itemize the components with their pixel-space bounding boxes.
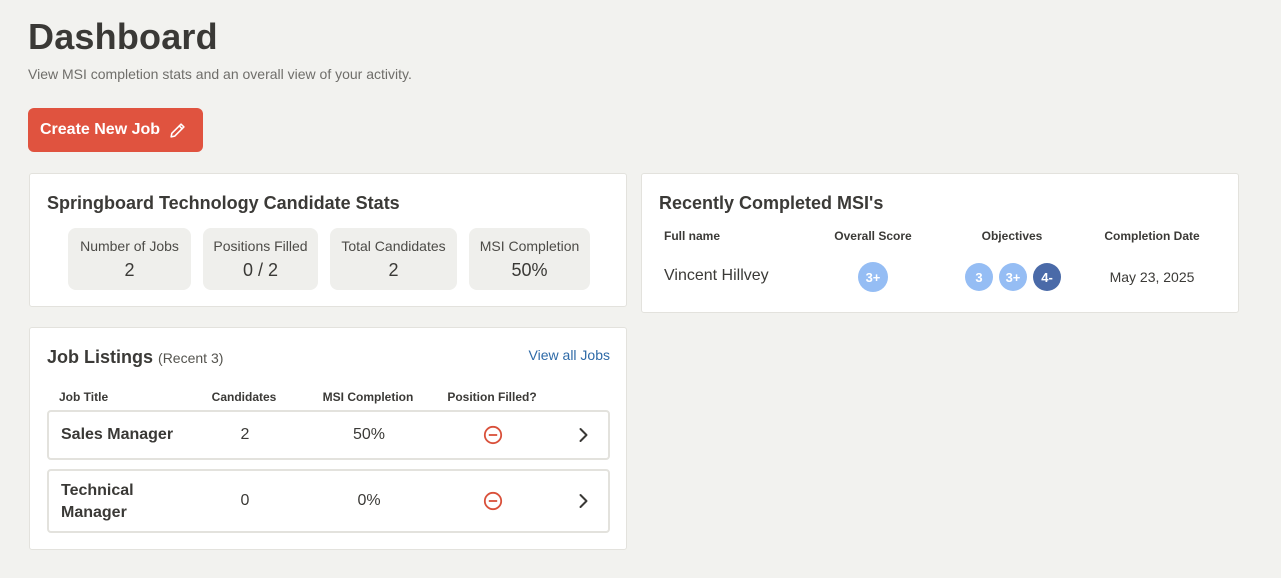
stat-value: 2 [388, 260, 399, 280]
stat-value: 2 [124, 260, 135, 280]
objective-badge: 4- [1033, 263, 1061, 291]
job-candidates: 2 [240, 426, 250, 443]
column-header-overall-score: Overall Score [834, 229, 912, 243]
column-header-position-filled: Position Filled? [447, 390, 537, 404]
candidate-stats-card: Springboard Technology Candidate Stats N… [29, 173, 627, 307]
create-new-job-label: Create New Job [40, 121, 161, 138]
job-msi-completion: 0% [357, 492, 381, 509]
job-title: Technical Manager [61, 482, 134, 521]
chevron-right-icon[interactable] [573, 425, 593, 445]
objective-badge: 3 [965, 263, 993, 291]
stat-total-candidates: Total Candidates 2 [330, 228, 457, 290]
job-listings-subtitle: (Recent 3) [158, 350, 224, 366]
chevron-right-icon[interactable] [573, 491, 593, 511]
stat-label: Positions Filled [213, 238, 308, 254]
page-subtitle: View MSI completion stats and an overall… [28, 66, 412, 82]
msi-candidate-name[interactable]: Vincent Hillvey [664, 267, 769, 285]
job-listings-title-text: Job Listings [47, 347, 154, 367]
job-listings-title: Job Listings (Recent 3) [47, 347, 223, 368]
minus-circle-icon [483, 491, 503, 511]
job-row[interactable]: Technical Manager 0 0% [47, 469, 610, 533]
stat-label: MSI Completion [479, 238, 580, 254]
column-header-candidates: Candidates [211, 390, 277, 404]
completion-date: May 23, 2025 [1109, 269, 1195, 285]
column-header-objectives: Objectives [981, 229, 1043, 243]
minus-circle-icon [483, 425, 503, 445]
job-listings-card: Job Listings (Recent 3) View all Jobs Jo… [29, 327, 627, 550]
objective-badge: 3+ [999, 263, 1027, 291]
candidate-stats-title: Springboard Technology Candidate Stats [47, 193, 400, 213]
stat-msi-completion: MSI Completion 50% [469, 228, 590, 290]
stat-label: Total Candidates [341, 238, 446, 254]
job-msi-completion: 50% [352, 426, 386, 443]
stat-value: 50% [511, 260, 548, 280]
recent-msi-title: Recently Completed MSI's [659, 193, 884, 213]
stat-positions-filled: Positions Filled 0 / 2 [203, 228, 318, 290]
column-header-msi-completion: MSI Completion [322, 390, 414, 404]
column-header-full-name: Full name [664, 229, 721, 243]
job-title: Sales Manager [61, 426, 174, 443]
column-header-completion-date: Completion Date [1104, 229, 1200, 243]
column-header-job-title: Job Title [59, 390, 109, 404]
job-row[interactable]: Sales Manager 2 50% [47, 410, 610, 460]
recent-msi-card: Recently Completed MSI's Full name Overa… [641, 173, 1239, 313]
stat-number-of-jobs: Number of Jobs 2 [68, 228, 191, 290]
stat-value: 0 / 2 [242, 260, 279, 280]
pencil-icon [169, 122, 186, 139]
job-candidates: 0 [240, 492, 250, 509]
create-new-job-button[interactable]: Create New Job [28, 108, 203, 152]
overall-score-badge: 3+ [858, 262, 888, 292]
page-title: Dashboard [28, 16, 218, 57]
dashboard-page: Dashboard View MSI completion stats and … [0, 0, 1281, 578]
view-all-jobs-link[interactable]: View all Jobs [529, 347, 610, 363]
stat-label: Number of Jobs [80, 238, 179, 254]
